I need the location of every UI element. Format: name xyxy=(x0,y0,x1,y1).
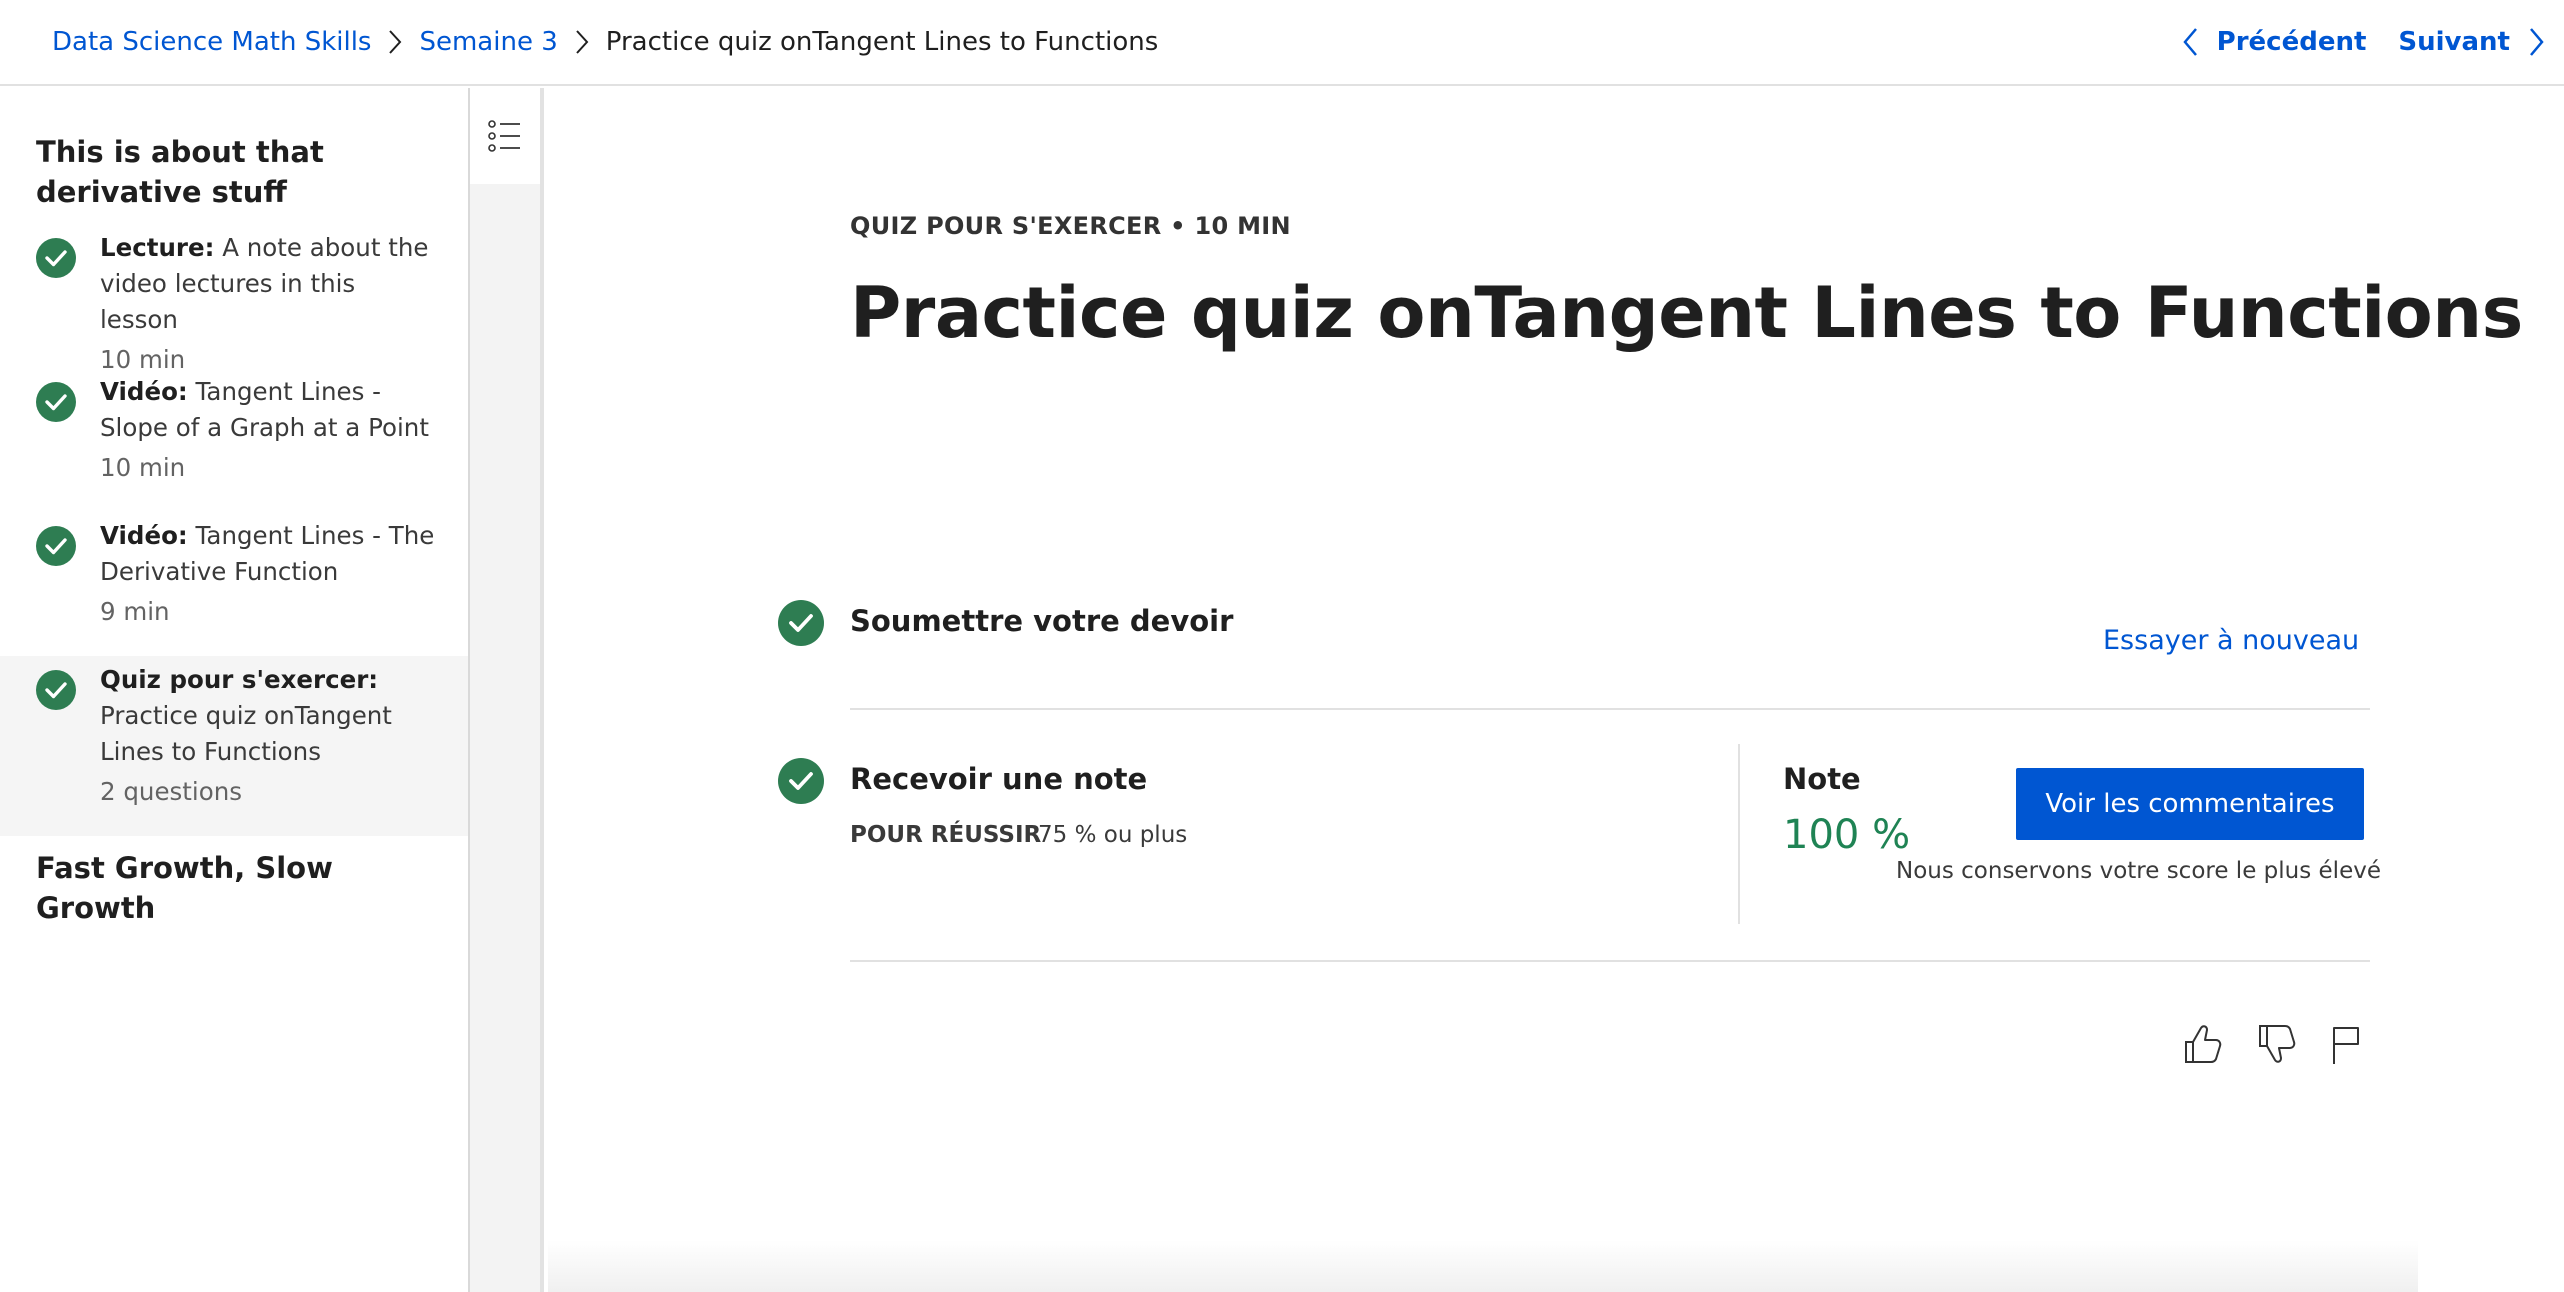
previous-button[interactable]: Précédent xyxy=(2181,26,2367,58)
grade-divider xyxy=(1738,744,1740,924)
section-title: This is about that derivative stuff xyxy=(36,135,324,209)
next-section-title[interactable]: Fast Growth, Slow Growth xyxy=(36,848,456,928)
grade-value: 100 % xyxy=(1783,812,1911,858)
chevron-right-icon xyxy=(2510,26,2546,58)
page-title: Practice quiz onTangent Lines to Functio… xyxy=(850,272,2523,354)
highest-score-note: Nous conservons votre score le plus élev… xyxy=(1896,858,2381,884)
item-navigation: Précédent Suivant xyxy=(2181,0,2546,84)
lesson-text: Quiz pour s'exercer: Practice quiz onTan… xyxy=(100,662,440,810)
check-circle-icon xyxy=(36,526,76,566)
submit-assignment-label: Soumettre votre devoir xyxy=(850,604,1234,638)
quiz-eyebrow: QUIZ POUR S'EXERCER • 10 MIN xyxy=(850,212,1291,240)
chevron-right-icon xyxy=(371,27,419,57)
top-bar: Data Science Math Skills Semaine 3 Pract… xyxy=(0,0,2564,86)
thumbs-up-icon[interactable] xyxy=(2180,1020,2224,1068)
thumbs-down-icon[interactable] xyxy=(2254,1020,2298,1068)
lesson-item-active[interactable]: Quiz pour s'exercer: Practice quiz onTan… xyxy=(0,656,468,836)
divider xyxy=(850,708,2370,710)
lesson-duration: 2 questions xyxy=(100,777,242,806)
breadcrumb: Data Science Math Skills Semaine 3 Pract… xyxy=(52,0,1158,84)
lesson-type: Quiz pour s'exercer: xyxy=(100,665,379,694)
outline-rail xyxy=(470,88,544,1292)
breadcrumb-current: Practice quiz onTangent Lines to Functio… xyxy=(605,27,1159,57)
lesson-duration: 9 min xyxy=(100,597,170,626)
lesson-duration: 10 min xyxy=(100,345,186,374)
toggle-outline-button[interactable] xyxy=(470,88,540,184)
receive-grade-label: Recevoir une note xyxy=(850,762,1148,796)
lesson-text: Lecture: A note about the video lectures… xyxy=(100,230,440,378)
check-circle-icon xyxy=(36,238,76,278)
course-outline-sidebar: This is about that derivative stuff Lect… xyxy=(0,88,468,1292)
pass-requirement-label: POUR RÉUSSIR xyxy=(850,822,1042,848)
lesson-type: Vidéo: xyxy=(100,377,188,406)
check-circle-icon xyxy=(778,600,824,646)
previous-label: Précédent xyxy=(2216,27,2367,57)
bottom-fade xyxy=(548,1240,2418,1292)
check-circle-icon xyxy=(36,670,76,710)
chevron-right-icon xyxy=(558,27,606,57)
lesson-duration: 10 min xyxy=(100,453,186,482)
breadcrumb-week-link[interactable]: Semaine 3 xyxy=(419,27,557,57)
check-circle-icon xyxy=(36,382,76,422)
retry-link[interactable]: Essayer à nouveau xyxy=(2103,625,2359,656)
lesson-type: Lecture: xyxy=(100,233,215,262)
view-feedback-button[interactable]: Voir les commentaires xyxy=(2016,768,2364,840)
breadcrumb-course-link[interactable]: Data Science Math Skills xyxy=(52,27,371,57)
lesson-item[interactable]: Vidéo: Tangent Lines - Slope of a Graph … xyxy=(0,377,468,512)
lesson-type: Vidéo: xyxy=(100,521,188,550)
lesson-item[interactable]: Lecture: A note about the video lectures… xyxy=(0,233,468,374)
pass-requirement-value: 75 % ou plus xyxy=(1038,822,1188,848)
lesson-item[interactable]: Vidéo: Tangent Lines - The Derivative Fu… xyxy=(0,521,468,656)
grade-label: Note xyxy=(1783,762,1861,796)
lesson-text: Vidéo: Tangent Lines - The Derivative Fu… xyxy=(100,518,440,630)
lesson-text: Vidéo: Tangent Lines - Slope of a Graph … xyxy=(100,374,440,486)
lesson-title: Practice quiz onTangent Lines to Functio… xyxy=(100,701,392,766)
check-circle-icon xyxy=(778,758,824,804)
flag-icon[interactable] xyxy=(2324,1020,2368,1068)
next-label: Suivant xyxy=(2398,27,2510,57)
next-button[interactable]: Suivant xyxy=(2398,26,2546,58)
chevron-left-icon xyxy=(2181,26,2217,58)
main-content: QUIZ POUR S'EXERCER • 10 MIN Practice qu… xyxy=(548,88,2564,1292)
divider xyxy=(850,960,2370,962)
list-icon xyxy=(488,120,520,152)
